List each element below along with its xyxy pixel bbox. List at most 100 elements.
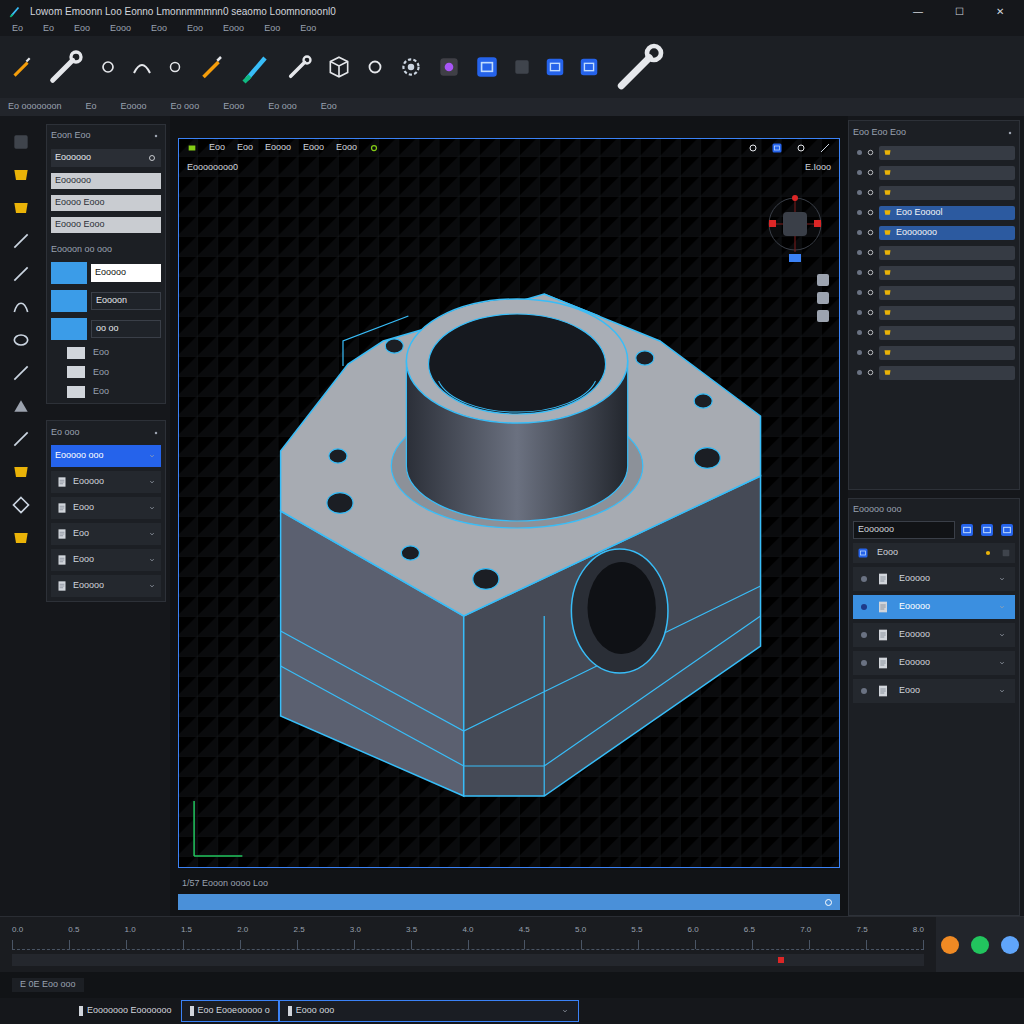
property-row[interactable]: Eooooo xyxy=(853,567,1015,591)
square-icon[interactable] xyxy=(11,132,31,152)
tab-label[interactable]: Eo ooooooon xyxy=(8,100,62,114)
tree-item[interactable] xyxy=(879,246,1015,260)
ring-icon[interactable] xyxy=(364,56,386,78)
tree-row[interactable] xyxy=(853,264,1015,281)
layer-row[interactable]: Eooooo xyxy=(51,471,161,493)
window-control[interactable]: ☐ xyxy=(943,4,976,19)
tree-item[interactable]: Eooooooo xyxy=(879,226,1015,240)
property-row[interactable]: Eooooo xyxy=(853,651,1015,675)
layer-row[interactable]: Eooo xyxy=(51,549,161,571)
tab-label[interactable]: Eo ooo xyxy=(268,100,297,114)
wrench-icon[interactable] xyxy=(46,47,86,87)
tree-item[interactable] xyxy=(879,306,1015,320)
wrench-icon[interactable] xyxy=(612,39,668,95)
menu-item[interactable]: Eoo xyxy=(187,22,203,36)
checkbox[interactable] xyxy=(67,386,85,398)
pin-icon[interactable] xyxy=(151,428,161,438)
pen-icon[interactable] xyxy=(196,52,226,82)
pin-icon[interactable] xyxy=(1005,128,1015,138)
gear-icon[interactable] xyxy=(398,54,424,80)
menu-item[interactable]: Eooo xyxy=(110,22,131,36)
line-icon[interactable] xyxy=(11,231,31,251)
tab-label[interactable]: Eo ooo xyxy=(171,100,200,114)
tab-label[interactable]: Eo xyxy=(86,100,97,114)
tree-item[interactable]: Eoo Eooool xyxy=(879,206,1015,220)
tree-row[interactable] xyxy=(853,184,1015,201)
window-control[interactable]: ✕ xyxy=(984,4,1016,19)
chevron-icon[interactable] xyxy=(147,477,157,487)
tab-label[interactable]: Eoooo xyxy=(121,100,147,114)
checkbox[interactable] xyxy=(67,366,85,378)
checkbox[interactable] xyxy=(67,347,85,359)
tri-icon[interactable] xyxy=(11,396,31,416)
tree-item[interactable] xyxy=(879,146,1015,160)
tree-row[interactable]: Eooooooo xyxy=(853,224,1015,241)
blue-icon[interactable] xyxy=(771,142,783,154)
action-icon[interactable] xyxy=(979,522,995,538)
purple-icon[interactable] xyxy=(436,54,462,80)
tree-row[interactable] xyxy=(853,144,1015,161)
view-icon[interactable] xyxy=(187,143,197,153)
tree-row[interactable] xyxy=(853,324,1015,341)
arc-icon[interactable] xyxy=(130,55,154,79)
playback-button[interactable] xyxy=(1001,936,1019,954)
viewport-tool[interactable]: Eooo xyxy=(303,141,324,155)
field[interactable]: Eoooo Eooo xyxy=(51,195,161,211)
chevron-icon[interactable] xyxy=(997,630,1007,640)
view-cube[interactable] xyxy=(767,201,823,257)
tree-item[interactable] xyxy=(879,266,1015,280)
tree-item[interactable] xyxy=(879,326,1015,340)
oval-icon[interactable] xyxy=(11,330,31,350)
status-field[interactable]: Eoo Eooeooooo o xyxy=(181,1000,279,1022)
tree-row[interactable] xyxy=(853,304,1015,321)
line-icon[interactable] xyxy=(11,363,31,383)
check-row[interactable]: Eoo xyxy=(51,385,161,399)
menu-item[interactable]: Eoo xyxy=(151,22,167,36)
ring-icon[interactable] xyxy=(747,142,759,154)
ring-icon[interactable] xyxy=(166,58,184,76)
line-icon[interactable] xyxy=(11,264,31,284)
menu-item[interactable]: Eoo xyxy=(300,22,316,36)
ring-icon[interactable] xyxy=(98,57,118,77)
blue-icon[interactable] xyxy=(544,56,566,78)
tab-label[interactable]: Eoo xyxy=(321,100,337,114)
ring-icon[interactable] xyxy=(795,142,807,154)
timeline[interactable]: 0.00.51.01.52.02.53.03.54.04.55.05.56.06… xyxy=(0,916,1024,972)
chevron-icon[interactable] xyxy=(997,574,1007,584)
tree-row[interactable] xyxy=(853,244,1015,261)
line-icon[interactable] xyxy=(11,429,31,449)
tree-item[interactable] xyxy=(879,346,1015,360)
tree-item[interactable] xyxy=(879,166,1015,180)
layer-row[interactable]: Eooo xyxy=(51,497,161,519)
layer-row[interactable]: Eooooo ooo xyxy=(51,445,161,467)
viewport-tool[interactable]: Eoo xyxy=(237,141,253,155)
brush-icon[interactable] xyxy=(238,49,274,85)
blue-icon[interactable] xyxy=(474,54,500,80)
chevron-icon[interactable] xyxy=(147,451,157,461)
pin-icon[interactable] xyxy=(151,131,161,141)
gold-icon[interactable] xyxy=(11,528,31,548)
property-row[interactable]: Eooo xyxy=(853,679,1015,703)
pen-icon[interactable] xyxy=(8,54,34,80)
viewport-tool[interactable]: Eoo xyxy=(209,141,225,155)
snap-icon[interactable] xyxy=(369,143,379,153)
layer-row[interactable]: Eooooo xyxy=(51,575,161,597)
window-control[interactable]: — xyxy=(901,4,935,19)
layer-row[interactable]: Eoo xyxy=(51,523,161,545)
view-button[interactable] xyxy=(817,310,829,322)
chevron-icon[interactable] xyxy=(147,529,157,539)
tree-row[interactable] xyxy=(853,284,1015,301)
chevron-icon[interactable] xyxy=(147,503,157,513)
tree-row[interactable] xyxy=(853,344,1015,361)
field[interactable]: Eoooo Eooo xyxy=(51,217,161,233)
line-icon[interactable] xyxy=(819,142,831,154)
menu-item[interactable]: Eoo xyxy=(74,22,90,36)
chevron-icon[interactable] xyxy=(560,1006,570,1016)
tree-item[interactable] xyxy=(879,286,1015,300)
status-field[interactable]: Eooooooo Eooooooo xyxy=(70,1000,181,1022)
list-item[interactable]: oo oo xyxy=(51,318,161,340)
tab-label[interactable]: Eooo xyxy=(223,100,244,114)
playback-button[interactable] xyxy=(971,936,989,954)
check-row[interactable]: Eoo xyxy=(51,346,161,360)
part-model[interactable] xyxy=(179,139,839,867)
